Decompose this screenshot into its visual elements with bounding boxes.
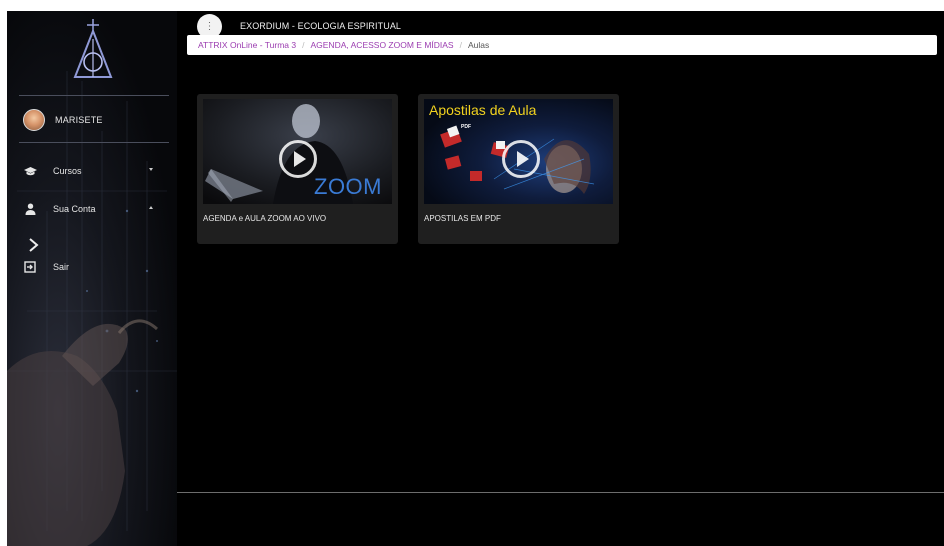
chevron-right-icon[interactable] [27, 237, 41, 253]
breadcrumb-link-course[interactable]: ATTRIX OnLine - Turma 3 [198, 40, 296, 50]
apostilas-label: Apostilas de Aula [429, 102, 537, 118]
sidebar: MARISETE Cursos Sua Conta Sair [7, 11, 177, 546]
course-card-zoom[interactable]: ZOOM AGENDA e AULA ZOOM AO VIVO [197, 94, 398, 244]
vertical-dots-icon: ⋮ [204, 20, 215, 32]
logout-icon [23, 260, 37, 274]
card-title: APOSTILAS EM PDF [424, 214, 501, 223]
sidebar-item-label: Sua Conta [53, 204, 96, 214]
user-name: MARISETE [55, 115, 103, 125]
sidebar-background-art [7, 71, 177, 546]
avatar [23, 109, 45, 131]
sidebar-divider [19, 95, 169, 96]
sidebar-item-label: Cursos [53, 166, 82, 176]
play-icon[interactable] [502, 140, 540, 178]
footer-divider [177, 492, 944, 493]
card-thumbnail: Apostilas de Aula PDF [424, 99, 613, 204]
sidebar-divider [19, 142, 169, 143]
breadcrumb-link-module[interactable]: AGENDA, ACESSO ZOOM E MÍDIAS [310, 40, 453, 50]
person-icon [23, 202, 37, 216]
app-title: EXORDIUM - ECOLOGIA ESPIRITUAL [240, 21, 402, 31]
sidebar-item-cursos[interactable]: Cursos [23, 164, 153, 178]
sidebar-item-label: Sair [53, 262, 70, 272]
graduation-cap-icon [23, 164, 37, 178]
course-card-apostilas[interactable]: Apostilas de Aula PDF APOSTILAS EM PDF [418, 94, 619, 244]
zoom-label: ZOOM [314, 174, 382, 199]
sidebar-item-sua-conta[interactable]: Sua Conta [23, 202, 153, 216]
sidebar-item-sair[interactable]: Sair [23, 260, 153, 274]
play-icon[interactable] [279, 140, 317, 178]
user-profile[interactable]: MARISETE [23, 109, 103, 131]
breadcrumb: ATTRIX OnLine - Turma 3 / AGENDA, ACESSO… [187, 35, 937, 55]
app-frame: MARISETE Cursos Sua Conta Sair ⋮ EXORDIU… [7, 11, 944, 546]
card-thumbnail: ZOOM [203, 99, 392, 204]
breadcrumb-separator: / [459, 40, 462, 50]
card-title: AGENDA e AULA ZOOM AO VIVO [203, 214, 327, 223]
breadcrumb-separator: / [302, 40, 305, 50]
breadcrumb-current: Aulas [467, 40, 490, 50]
pdf-badge: PDF [461, 124, 471, 130]
chevron-up-icon [149, 206, 153, 209]
brand-logo [73, 19, 113, 78]
chevron-down-icon [149, 168, 153, 171]
